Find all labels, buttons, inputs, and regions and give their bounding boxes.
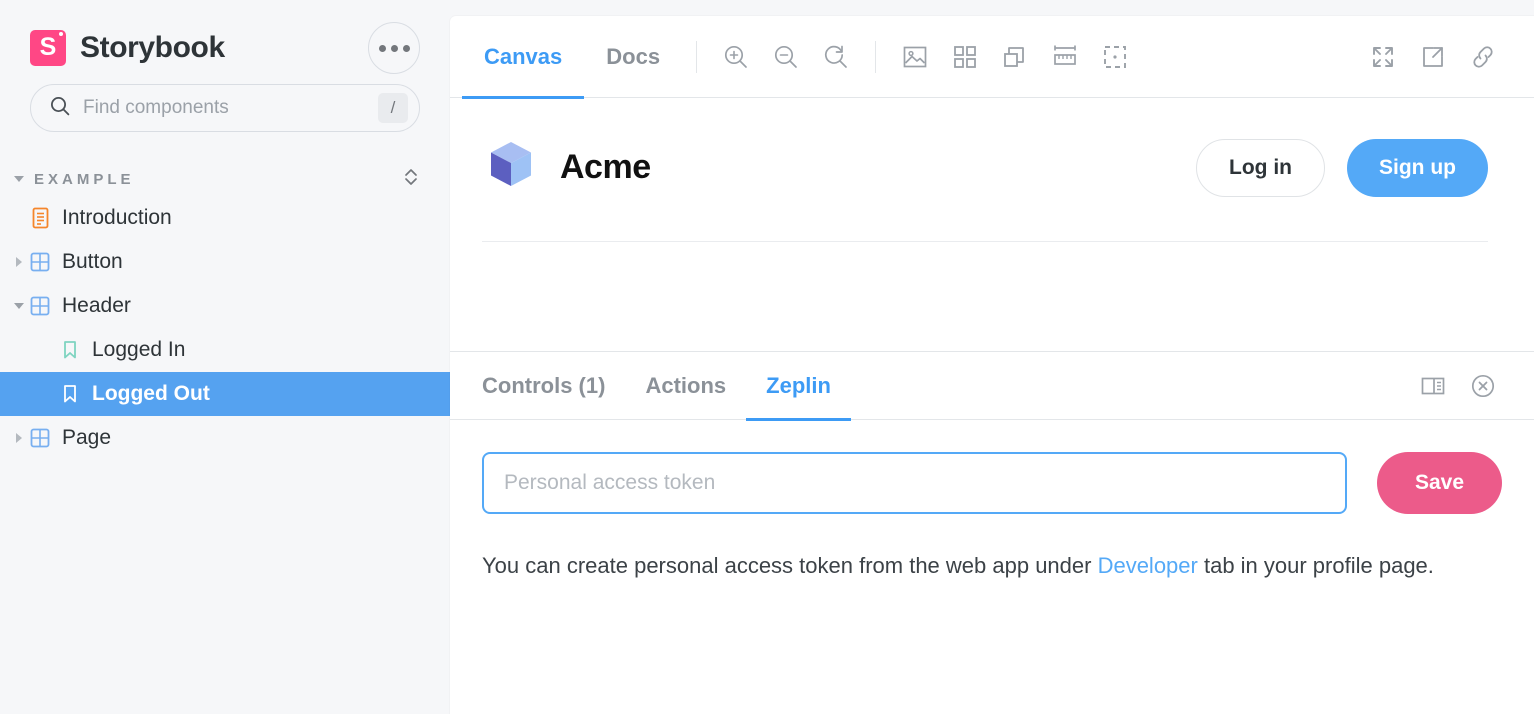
search-shortcut-badge: / bbox=[378, 93, 408, 123]
zoom-out-icon[interactable] bbox=[761, 32, 811, 82]
logo-tick bbox=[59, 32, 63, 36]
main-area: Canvas Docs Acme Log in Sign up Controls… bbox=[450, 0, 1534, 714]
storybook-app: S Storybook / bbox=[0, 0, 1534, 714]
close-circle-icon[interactable] bbox=[1458, 361, 1508, 411]
search-icon bbox=[49, 95, 71, 122]
sidebar-header: S Storybook bbox=[0, 0, 450, 74]
personal-access-token-input[interactable] bbox=[482, 452, 1347, 514]
acme-cube-logo-icon bbox=[482, 136, 540, 199]
acme-brand-name: Acme bbox=[560, 148, 651, 186]
chevron-down-icon[interactable] bbox=[10, 303, 28, 309]
sidebar-item-page[interactable]: Page bbox=[0, 416, 450, 460]
component-tree: EXAMPLE Introduction Button Header Logge… bbox=[0, 162, 450, 460]
sidebar-item-label: Page bbox=[62, 426, 112, 449]
acme-brand: Acme bbox=[482, 136, 651, 199]
ellipsis-icon bbox=[402, 44, 410, 52]
chevron-right-icon[interactable] bbox=[10, 257, 28, 267]
search-box[interactable]: / bbox=[30, 84, 420, 132]
tab-zeplin[interactable]: Zeplin bbox=[746, 352, 851, 421]
zeplin-panel-body: Save You can create personal access toke… bbox=[450, 420, 1534, 714]
chevron-down-icon[interactable] bbox=[10, 176, 28, 182]
sidebar-item-introduction[interactable]: Introduction bbox=[0, 196, 450, 240]
help-text-after: tab in your profile page. bbox=[1197, 553, 1434, 578]
sidebar-item-label: Logged In bbox=[92, 338, 186, 361]
brand-title: Storybook bbox=[80, 31, 225, 64]
main-panel: Canvas Docs Acme Log in Sign up Controls… bbox=[450, 16, 1534, 714]
sidebar-item-button[interactable]: Button bbox=[0, 240, 450, 284]
sidebar-item-label: Header bbox=[62, 294, 131, 317]
viewport-icon[interactable] bbox=[990, 32, 1040, 82]
sidebar-item-label: Button bbox=[62, 250, 123, 273]
logo-letter: S bbox=[39, 32, 57, 61]
tab-docs[interactable]: Docs bbox=[584, 16, 682, 98]
measure-ruler-icon[interactable] bbox=[1040, 32, 1090, 82]
background-image-icon[interactable] bbox=[890, 32, 940, 82]
section-label: EXAMPLE bbox=[34, 170, 135, 188]
panel-position-icon[interactable] bbox=[1408, 361, 1458, 411]
canvas-preview: Acme Log in Sign up bbox=[450, 98, 1534, 351]
canvas-toolbar: Canvas Docs bbox=[450, 16, 1534, 99]
sidebar-item-logged-out[interactable]: Logged Out bbox=[0, 372, 450, 416]
toolbar-divider bbox=[875, 40, 877, 73]
outline-icon[interactable] bbox=[1090, 32, 1140, 82]
component-grid-icon bbox=[28, 427, 52, 449]
addon-panel: Controls (1) Actions Zeplin Personal acc… bbox=[450, 351, 1534, 714]
log-in-button[interactable]: Log in bbox=[1196, 138, 1325, 197]
expand-collapse-icon[interactable] bbox=[402, 165, 420, 194]
tab-controls[interactable]: Controls (1) bbox=[462, 352, 625, 420]
ellipsis-icon bbox=[390, 44, 398, 52]
ellipsis-icon bbox=[378, 44, 386, 52]
help-text-before: You can create personal access token fro… bbox=[482, 553, 1098, 578]
zoom-in-icon[interactable] bbox=[711, 32, 761, 82]
search-area: / bbox=[0, 62, 450, 132]
document-icon bbox=[28, 206, 52, 230]
sidebar-item-label: Logged Out bbox=[92, 382, 210, 405]
fullscreen-icon[interactable] bbox=[1358, 32, 1408, 82]
addon-panel-tabs: Controls (1) Actions Zeplin bbox=[450, 352, 1534, 421]
sign-up-button[interactable]: Sign up bbox=[1347, 138, 1488, 197]
chevron-right-icon[interactable] bbox=[10, 433, 28, 443]
search-input[interactable] bbox=[83, 97, 378, 119]
developer-link[interactable]: Developer bbox=[1098, 553, 1198, 578]
zeplin-help-text: You can create personal access token fro… bbox=[482, 550, 1482, 582]
sidebar-item-header[interactable]: Header bbox=[0, 284, 450, 328]
component-grid-icon bbox=[28, 251, 52, 273]
copy-link-icon[interactable] bbox=[1458, 32, 1508, 82]
sidebar-item-label: Introduction bbox=[62, 206, 172, 229]
sidebar: S Storybook / bbox=[0, 0, 450, 714]
story-bookmark-icon bbox=[58, 383, 82, 405]
save-button[interactable]: Save bbox=[1376, 452, 1502, 514]
sidebar-item-logged-in[interactable]: Logged In bbox=[0, 328, 450, 372]
story-actions: Log in Sign up bbox=[1196, 138, 1488, 197]
zoom-reset-icon[interactable] bbox=[811, 32, 861, 82]
story-bookmark-icon bbox=[58, 339, 82, 361]
storybook-logo-icon: S bbox=[30, 30, 66, 66]
sidebar-menu-button[interactable] bbox=[368, 22, 420, 74]
toolbar-divider bbox=[696, 40, 698, 73]
tab-canvas[interactable]: Canvas bbox=[462, 16, 585, 99]
tab-actions[interactable]: Actions bbox=[625, 352, 746, 420]
story-header: Acme Log in Sign up bbox=[482, 136, 1488, 242]
tree-section-example[interactable]: EXAMPLE bbox=[0, 162, 450, 196]
component-grid-icon bbox=[28, 295, 52, 317]
token-row: Save bbox=[482, 452, 1502, 514]
grid-icon[interactable] bbox=[940, 32, 990, 82]
open-new-tab-icon[interactable] bbox=[1408, 32, 1458, 82]
